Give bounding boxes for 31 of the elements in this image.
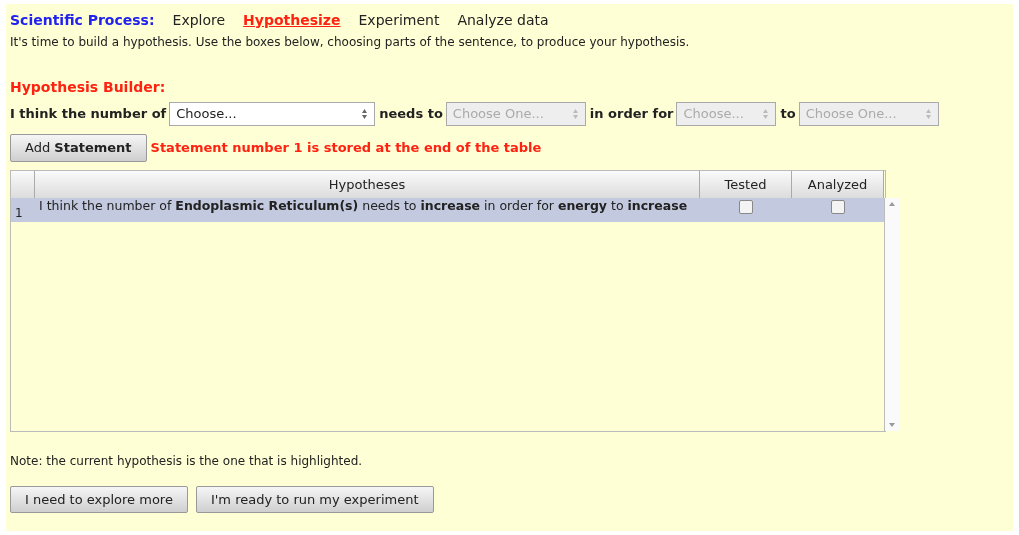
column-header: Hypotheses xyxy=(35,170,700,198)
process-label: Scientific Process: xyxy=(10,11,155,30)
hypothesis-text: I think the number of Endoplasmic Reticulum(s) needs to increase in order for energy to increase xyxy=(38,198,689,215)
action-button[interactable]: I need to explore more xyxy=(10,485,188,513)
row-number: 1 xyxy=(14,205,24,222)
checkbox[interactable] xyxy=(831,200,845,214)
sentence-text: to xyxy=(780,105,796,124)
process-step-link[interactable]: Hypothesize xyxy=(243,10,341,31)
stepper-arrows-icon xyxy=(571,108,579,120)
process-step-link[interactable]: Explore xyxy=(172,10,226,31)
add-statement-button[interactable]: Add Statement xyxy=(10,134,147,162)
sentence-text: needs to xyxy=(379,105,443,124)
stepper-arrows-icon xyxy=(361,108,369,120)
checkbox[interactable] xyxy=(739,200,753,214)
sentence-text: in order for xyxy=(589,105,674,124)
stepper-arrows-icon xyxy=(762,108,770,120)
dropdown[interactable]: Choose... xyxy=(169,102,376,126)
action-button[interactable]: I'm ready to run my experiment xyxy=(195,485,434,513)
status-message: Statement number 1 is stored at the end of the table xyxy=(150,139,542,157)
column-header: Tested xyxy=(700,170,792,198)
sentence-text: I think the number of xyxy=(10,105,167,124)
column-header: Analyzed xyxy=(792,170,884,198)
process-step-link[interactable]: Analyze data xyxy=(457,10,549,31)
header-cell xyxy=(11,170,35,198)
builder-title: Hypothesis Builder: xyxy=(10,78,167,97)
process-step-link[interactable]: Experiment xyxy=(358,10,440,31)
scrollbar[interactable] xyxy=(884,198,899,431)
stepper-arrows-icon xyxy=(924,108,932,120)
table-row[interactable]: 1 I think the number of Endoplasmic Reticulum(s) needs to increase in order for energy to increase xyxy=(11,198,884,222)
intro-text: It's time to build a hypothesis. Use the boxes below, choosing parts of the sentence, to produce your hypothesis. xyxy=(10,34,691,51)
note-text: Note: the current hypothesis is the one that is highlighted. xyxy=(10,452,364,470)
